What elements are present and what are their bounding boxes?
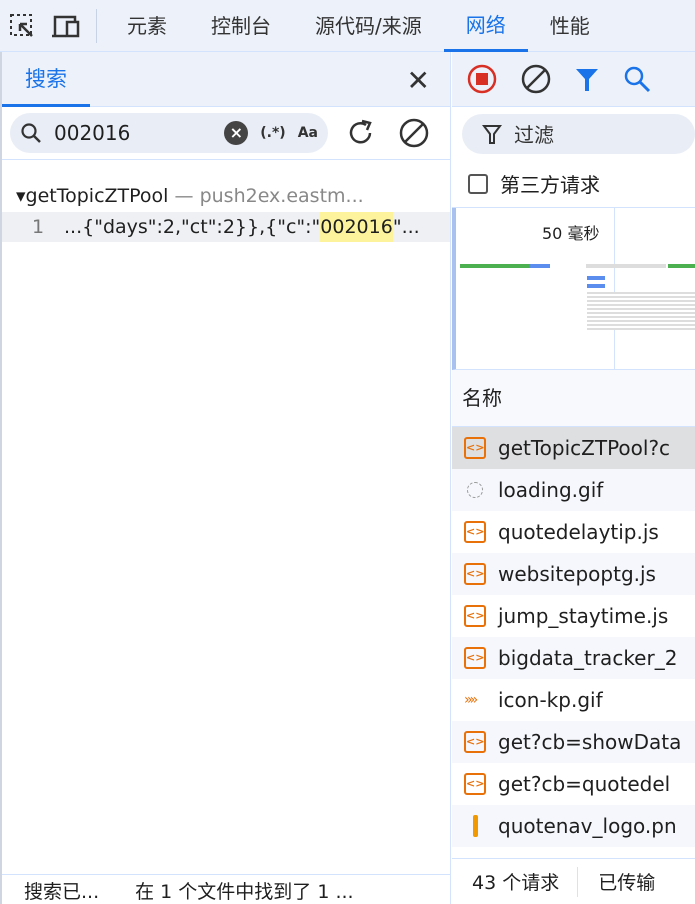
request-row[interactable]: quotenav_logo.pn [452,805,695,847]
search-panel: 搜索 ✕ 002016 × (.*) Aa ▾getTopicZTPool — … [0,52,451,904]
filter-input[interactable]: 过滤 [462,113,695,154]
tab-performance[interactable]: 性能 [528,0,612,52]
column-header-name[interactable]: 名称 [452,370,695,427]
request-row[interactable]: <> getTopicZTPool?c [452,427,695,469]
line-suffix: "... [392,216,420,238]
transferred-size: 已传输 [598,872,656,894]
request-row[interactable]: loading.gif [452,469,695,511]
timeline-bar [668,264,695,268]
script-file-icon: <> [464,731,486,753]
script-file-icon: <> [464,605,486,627]
request-name: quotedelaytip.js [498,520,659,544]
regex-toggle[interactable]: (.*) [260,125,285,141]
request-row[interactable]: <> bigdata_tracker_2 [452,637,695,679]
request-row[interactable]: »» icon-kp.gif [452,679,695,721]
timeline-bar [587,276,605,280]
script-file-icon: <> [464,563,486,585]
timeline-bar [460,264,530,268]
request-name: get?cb=quotedel [498,772,671,796]
timeline-bar [530,264,550,268]
close-icon[interactable]: ✕ [407,64,430,97]
clear-icon[interactable] [520,63,552,95]
record-icon[interactable] [466,63,498,95]
expand-triangle-icon[interactable]: ▾ [16,185,26,207]
timeline-overview[interactable]: 50 毫秒 [452,208,695,370]
match-highlight: 002016 [320,212,393,242]
clear-icon[interactable]: × [224,121,249,145]
result-file-host: push2ex.eastm... [199,185,364,207]
timeline-waterfall [587,292,695,330]
refresh-icon[interactable] [346,118,376,148]
request-name: get?cb=showData [498,730,682,754]
timeline-label: 50 毫秒 [542,224,600,243]
line-prefix: ...{"days":2,"ct":2}},{"c":" [64,216,321,238]
request-row[interactable]: <> jump_staytime.js [452,595,695,637]
search-icon[interactable] [622,64,652,94]
request-name: bigdata_tracker_2 [498,646,678,670]
tab-sources[interactable]: 源代码/来源 [293,0,444,52]
tab-network[interactable]: 网络 [443,0,528,52]
request-row[interactable]: <> get?cb=quotedel [452,763,695,805]
script-file-icon: <> [464,773,486,795]
search-status: 搜索已... [24,881,100,903]
request-name: icon-kp.gif [498,688,603,712]
request-name: websitepoptg.js [498,562,656,586]
device-toolbar-icon[interactable] [44,0,88,52]
image-file-icon [464,479,486,501]
timeline-bar [586,264,666,268]
result-file-name: getTopicZTPool [25,185,169,207]
inspect-element-icon[interactable] [0,0,44,52]
tab-elements[interactable]: 元素 [105,0,189,52]
filter-icon[interactable] [574,65,600,93]
network-panel: 过滤 第三方请求 50 毫秒 名称 <> getTopicZTPool?c load… [452,52,695,904]
script-file-icon: <> [464,437,486,459]
divider [96,8,97,43]
request-name: loading.gif [498,478,604,502]
tab-console[interactable]: 控制台 [189,0,293,52]
request-row[interactable]: <> quotedelaytip.js [452,511,695,553]
checkbox[interactable] [468,173,488,194]
request-name: getTopicZTPool?c [498,436,671,460]
request-count: 43 个请求 [472,872,560,894]
script-file-icon: <> [464,647,486,669]
timeline-bar [587,284,605,288]
third-party-label: 第三方请求 [500,173,600,197]
search-query[interactable]: 002016 [54,121,224,145]
tab-search[interactable]: 搜索 [2,52,90,107]
request-name: quotenav_logo.pn [498,814,677,838]
filter-icon [482,124,502,144]
search-summary: 在 1 个文件中找到了 1 ... [135,881,354,903]
match-case-toggle[interactable]: Aa [298,125,318,141]
line-number: 1 [31,216,45,238]
gridline [614,208,615,370]
third-party-checkbox[interactable]: 第三方请求 [452,160,695,208]
result-file[interactable]: ▾getTopicZTPool — push2ex.eastm... [2,180,450,212]
devtools-tabbar: 元素 控制台 源代码/来源 网络 性能 [0,0,695,52]
search-icon [21,123,41,143]
clear-results-icon[interactable] [398,117,430,149]
script-file-icon: <> [464,521,486,543]
search-input[interactable]: 002016 × (.*) Aa [10,113,328,153]
result-line[interactable]: 1 ...{"days":2,"ct":2}},{"c":" 002016 "... [2,212,450,242]
request-name: jump_staytime.js [498,604,669,628]
filter-placeholder: 过滤 [514,123,554,147]
image-file-icon [464,815,486,837]
request-row[interactable]: <> websitepoptg.js [452,553,695,595]
request-row[interactable]: <> get?cb=showData [452,721,695,763]
image-file-icon: »» [464,692,478,708]
